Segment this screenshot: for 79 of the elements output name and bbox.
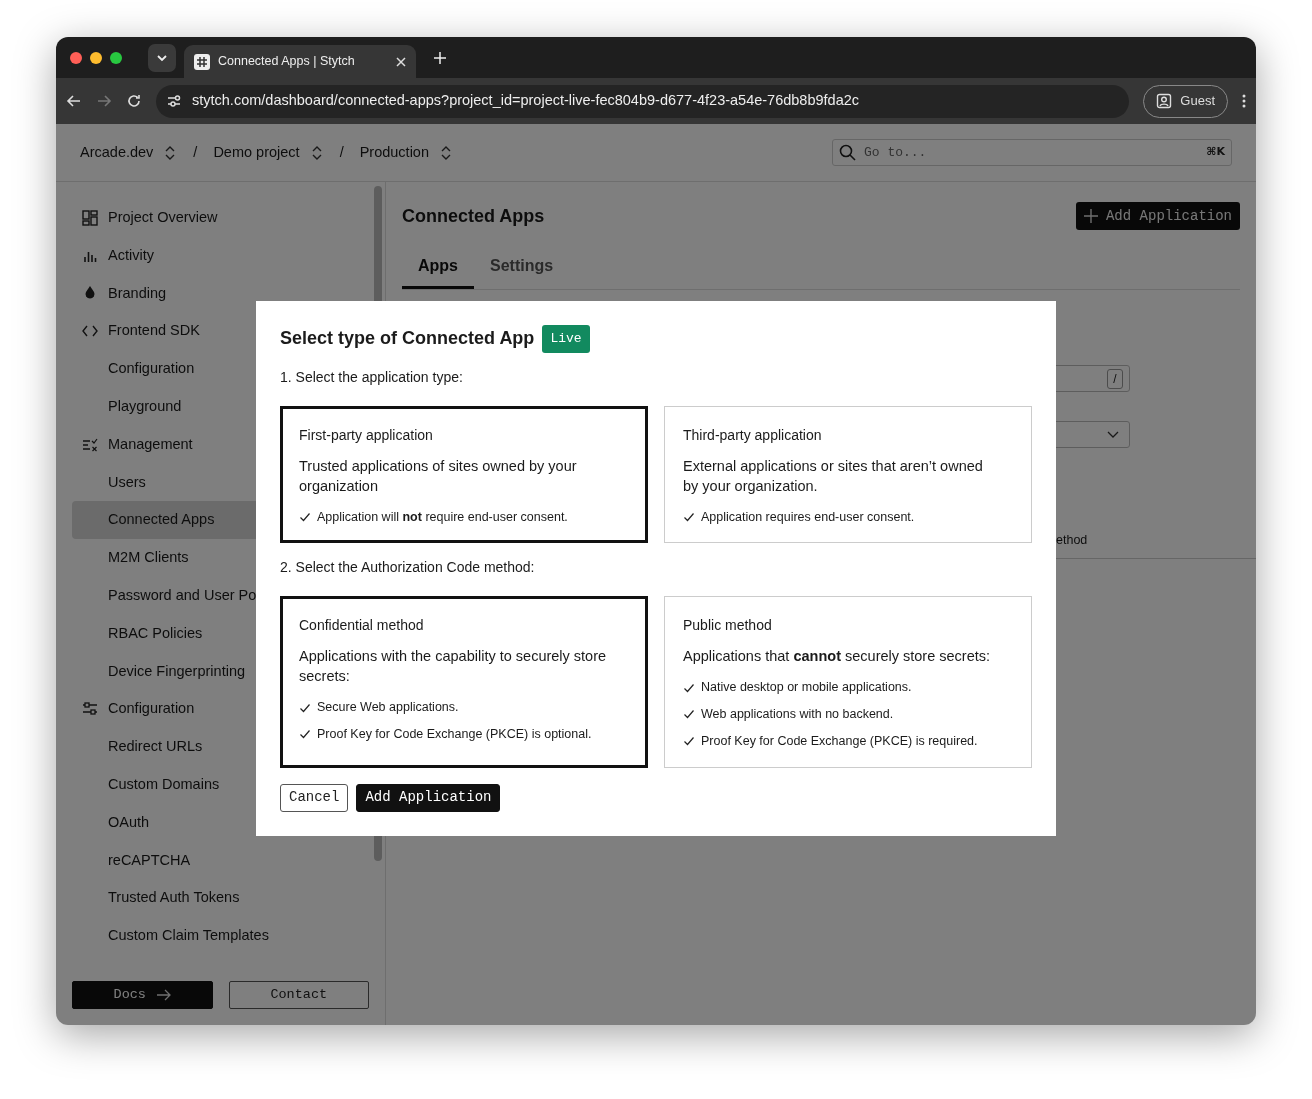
column-header: ethod (1056, 532, 1089, 549)
check-item: Web applications with no backend. (701, 706, 894, 723)
add-application-button[interactable]: Add Application (1075, 202, 1240, 230)
new-tab-plus-icon[interactable] (434, 51, 446, 64)
check-icon (683, 510, 695, 523)
check-item: Application requires end-user consent. (701, 508, 915, 526)
option-title: Confidential method (299, 616, 425, 636)
close-window-dot[interactable] (70, 51, 82, 64)
url-text: stytch.com/dashboard/connected-apps?project_id=project-live-fec804b9-d677-4f23-a54e-76db8b9fda2c (192, 91, 860, 111)
live-badge: Live (542, 325, 590, 353)
hash-favicon-icon (194, 53, 210, 70)
docs-button[interactable]: Docs (72, 981, 213, 1009)
check-icon (299, 701, 311, 714)
cancel-button[interactable]: Cancel (280, 783, 349, 812)
updown-chevron-icon (439, 144, 453, 161)
sidebar-item[interactable]: Activity (72, 236, 370, 275)
option-title: Public method (683, 616, 773, 636)
reload-icon[interactable] (126, 93, 142, 109)
check-item: Proof Key for Code Exchange (PKCE) is required. (701, 732, 978, 750)
check-item: Proof Key for Code Exchange (PKCE) is optional. (317, 726, 592, 743)
profile-name: Guest (1180, 92, 1215, 111)
option-description: Applications with the capability to securely store secrets: (299, 647, 608, 687)
option-card[interactable]: Third-party application External applications or sites that aren’t owned by your organization. Application requires end-user consent. (664, 405, 1032, 544)
check-icon (299, 728, 311, 741)
site-settings-icon[interactable] (166, 93, 182, 109)
sidebar-item[interactable]: Project Overview (72, 199, 370, 237)
tab-search-button[interactable] (148, 43, 176, 72)
check-item: Native desktop or mobile applications. (701, 679, 912, 697)
contact-button[interactable]: Contact (228, 981, 369, 1009)
minimize-window-dot[interactable] (90, 51, 102, 64)
menu-icon[interactable] (1242, 94, 1246, 108)
option-description: Trusted applications of sites owned by your organization (299, 456, 578, 496)
arrow-right-icon (155, 988, 171, 1002)
checklist-icon (82, 436, 98, 453)
search-field[interactable]: Go to... ⌘K (832, 139, 1232, 166)
sidebar-item[interactable]: Custom Claim Templates (72, 917, 370, 955)
option-description: Applications that cannot securely store secrets: (683, 647, 992, 667)
sidebar-item[interactable]: Trusted Auth Tokens (72, 879, 370, 918)
breadcrumb-selector[interactable]: Arcade.dev (80, 141, 178, 164)
person-icon (1156, 93, 1173, 109)
chevron-down-icon (1107, 431, 1119, 438)
check-icon (683, 735, 695, 748)
option-description: External applications or sites that aren’t owned by your organization. (683, 456, 984, 496)
sidebar-item[interactable]: reCAPTCHA (72, 841, 370, 880)
breadcrumb-separator: / (193, 142, 198, 162)
page-title: Connected Apps (402, 204, 545, 228)
option-card[interactable]: First-party application Trusted applications of sites owned by your organization Application will not require end-user consent. (280, 405, 648, 544)
modal-title: Select type of Connected App (280, 327, 535, 350)
maximize-window-dot[interactable] (110, 51, 122, 64)
forward-arrow-icon[interactable] (96, 93, 112, 109)
breadcrumb-selector[interactable]: Production (359, 141, 453, 164)
search-placeholder: Go to... (864, 143, 927, 162)
sliders-icon (82, 701, 98, 718)
grid-icon (82, 209, 98, 226)
option-title: First-party application (299, 425, 434, 445)
shortcut-key: / (1107, 368, 1123, 389)
check-icon (299, 510, 311, 523)
add-application-button[interactable]: Add Application (356, 783, 501, 812)
search-icon (839, 144, 856, 161)
step-label: 2. Select the Authorization Code method: (280, 558, 536, 578)
back-arrow-icon[interactable] (66, 93, 82, 109)
check-icon (683, 681, 695, 694)
close-icon[interactable] (396, 56, 406, 67)
tab-title: Connected Apps | Stytch (218, 53, 356, 71)
shortcut-hint: ⌘K (1206, 144, 1225, 161)
check-icon (683, 708, 695, 721)
tab[interactable]: Settings (474, 246, 570, 289)
check-item: Secure Web applications. (317, 699, 459, 717)
option-title: Third-party application (683, 425, 823, 445)
tab[interactable]: Apps (402, 246, 474, 289)
option-card[interactable]: Public method Applications that cannot securely store secrets: Native desktop or mobile applications. Web applications with no backend. Proof Key for Code Exchange (PKCE) is required. (664, 596, 1032, 768)
step-label: 1. Select the application type: (280, 367, 464, 387)
breadcrumb-separator: / (339, 142, 344, 162)
address-bar[interactable]: stytch.com/dashboard/connected-apps?project_id=project-live-fec804b9-d677-4f23-a54e-76db8b9fda2c (156, 84, 1130, 118)
plus-icon (1083, 209, 1098, 223)
browser-tab[interactable]: Connected Apps | Stytch (184, 45, 416, 78)
breadcrumb-selector[interactable]: Demo project (213, 141, 324, 164)
sidebar-item[interactable]: Branding (72, 274, 370, 313)
option-card[interactable]: Confidential method Applications with the capability to securely store secrets: Secure Web applications. Proof Key for Code Exchange (PKCE) is optional. (280, 596, 648, 768)
